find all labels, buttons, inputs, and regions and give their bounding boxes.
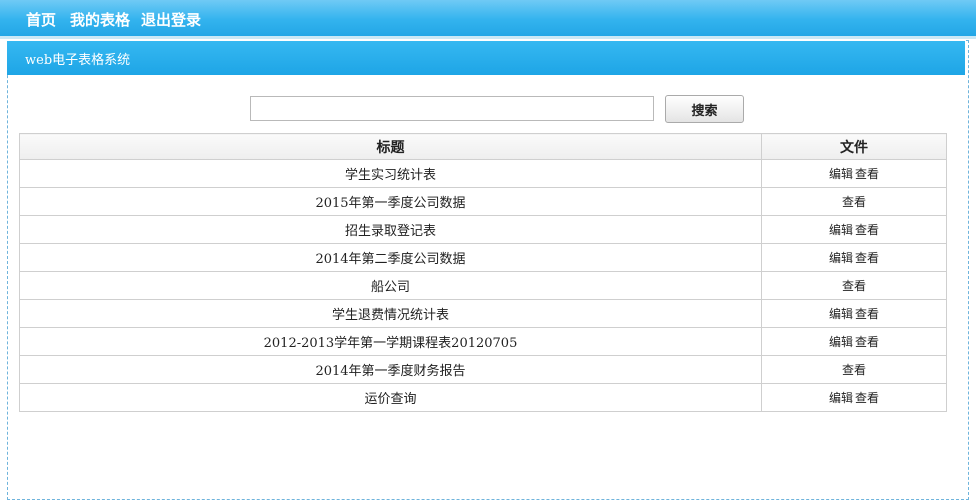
view-link[interactable]: 查看: [855, 223, 879, 237]
system-title-bar: web电子表格系统: [7, 40, 965, 75]
row-file-actions: 编辑 查看: [761, 243, 947, 272]
row-title: 学生实习统计表: [19, 159, 762, 188]
row-file-actions: 查看: [761, 355, 947, 384]
nav-my-tables-link[interactable]: 我的表格: [70, 9, 130, 30]
edit-link[interactable]: 编辑: [829, 251, 853, 265]
view-link[interactable]: 查看: [842, 195, 866, 209]
edit-link[interactable]: 编辑: [829, 391, 853, 405]
table-row: 船公司 查看: [19, 271, 947, 300]
row-title: 2012-2013学年第一学期课程表20120705: [19, 327, 762, 356]
row-title: 招生录取登记表: [19, 215, 762, 244]
row-title: 2015年第一季度公司数据: [19, 187, 762, 216]
nav-logout-link[interactable]: 退出登录: [141, 9, 201, 30]
search-input[interactable]: [250, 96, 654, 121]
table-row: 招生录取登记表 编辑 查看: [19, 215, 947, 244]
table-row: 学生退费情况统计表 编辑 查看: [19, 299, 947, 328]
row-file-actions: 编辑 查看: [761, 215, 947, 244]
nav-home-link[interactable]: 首页: [26, 9, 56, 30]
view-link[interactable]: 查看: [855, 167, 879, 181]
view-link[interactable]: 查看: [842, 363, 866, 377]
row-title: 船公司: [19, 271, 762, 300]
row-title: 运价查询: [19, 383, 762, 412]
view-link[interactable]: 查看: [855, 391, 879, 405]
edit-link[interactable]: 编辑: [829, 223, 853, 237]
table-body: 学生实习统计表 编辑 查看 2015年第一季度公司数据 查看 招生录取登记表 编辑 查看 201…: [19, 159, 947, 412]
row-file-actions: 查看: [761, 271, 947, 300]
row-title: 2014年第一季度财务报告: [19, 355, 762, 384]
spreadsheet-table: 标题 文件 学生实习统计表 编辑 查看 2015年第一季度公司数据 查看 招生录取登记表编…: [19, 133, 947, 412]
edit-link[interactable]: 编辑: [829, 167, 853, 181]
row-title: 2014年第二季度公司数据: [19, 243, 762, 272]
table-row: 学生实习统计表 编辑 查看: [19, 159, 947, 188]
view-link[interactable]: 查看: [855, 335, 879, 349]
column-header-title: 标题: [19, 133, 762, 160]
row-file-actions: 查看: [761, 187, 947, 216]
top-nav-bar: 首页 我的表格 退出登录: [0, 0, 976, 39]
edit-link[interactable]: 编辑: [829, 335, 853, 349]
row-file-actions: 编辑 查看: [761, 327, 947, 356]
system-title: web电子表格系统: [25, 53, 131, 68]
view-link[interactable]: 查看: [855, 251, 879, 265]
table-row: 2014年第二季度公司数据 编辑 查看: [19, 243, 947, 272]
table-header-row: 标题 文件: [19, 133, 947, 160]
row-file-actions: 编辑 查看: [761, 299, 947, 328]
row-file-actions: 编辑 查看: [761, 159, 947, 188]
table-row: 运价查询 编辑 查看: [19, 383, 947, 412]
row-title: 学生退费情况统计表: [19, 299, 762, 328]
column-header-file: 文件: [761, 133, 947, 160]
view-link[interactable]: 查看: [855, 307, 879, 321]
search-button[interactable]: 搜索: [665, 95, 744, 123]
table-row: 2012-2013学年第一学期课程表20120705 编辑 查看: [19, 327, 947, 356]
row-file-actions: 编辑 查看: [761, 383, 947, 412]
view-link[interactable]: 查看: [842, 279, 866, 293]
table-row: 2014年第一季度财务报告 查看: [19, 355, 947, 384]
edit-link[interactable]: 编辑: [829, 307, 853, 321]
table-row: 2015年第一季度公司数据 查看: [19, 187, 947, 216]
